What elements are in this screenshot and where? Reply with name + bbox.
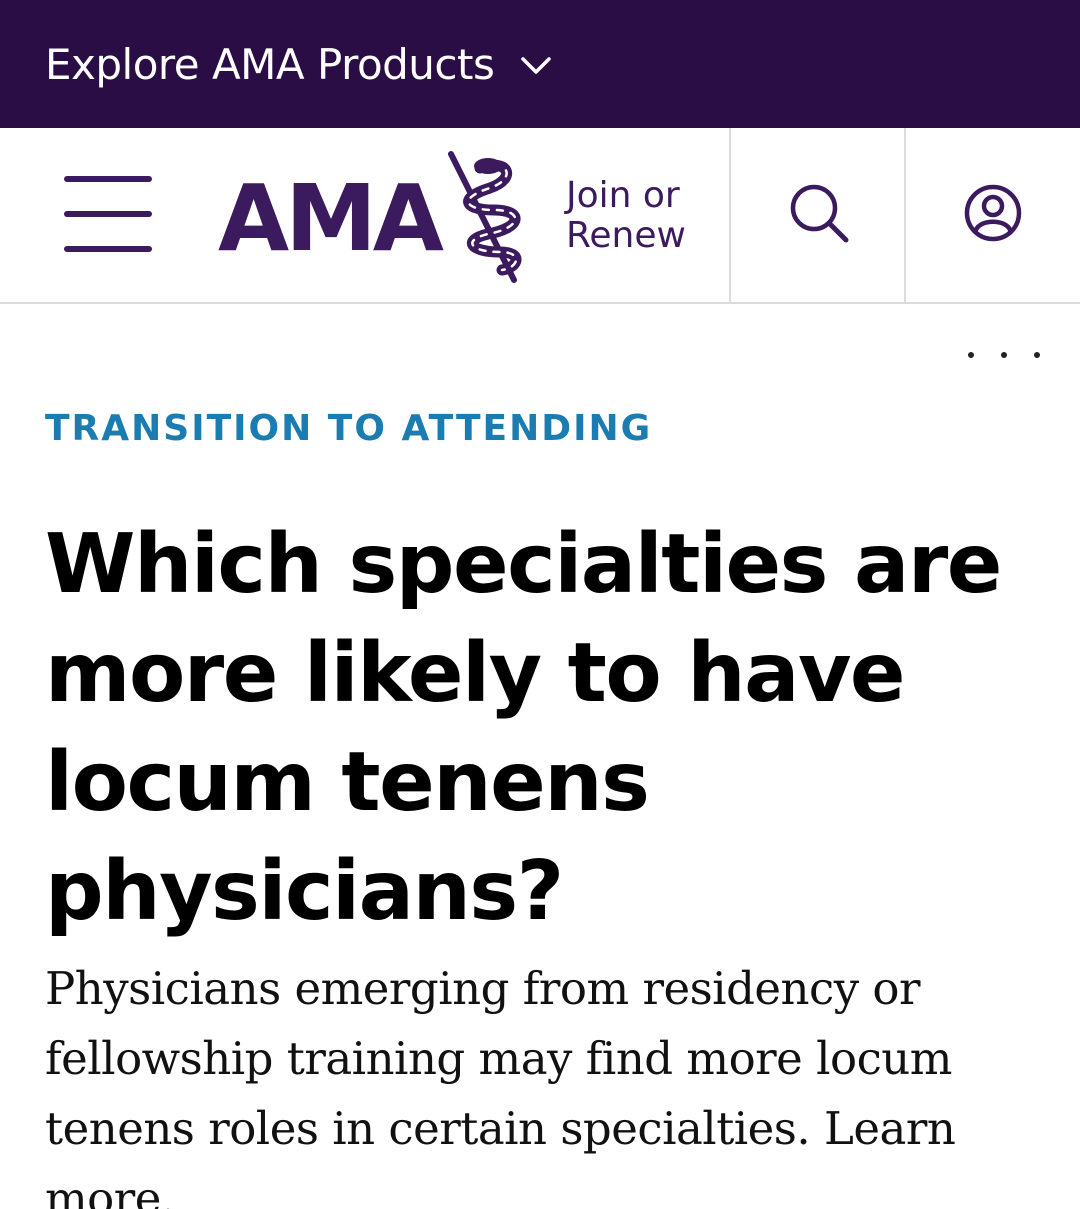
ama-logo[interactable]: AMA <box>218 148 538 288</box>
article-title: Which specialties are more likely to hav… <box>45 517 1002 939</box>
join-or-renew-link[interactable]: Join or Renew <box>566 176 686 256</box>
article-category[interactable]: TRANSITION TO ATTENDING <box>45 408 652 449</box>
account-icon <box>963 183 1023 248</box>
join-line-1: Join or <box>566 175 680 216</box>
join-line-2: Renew <box>566 215 686 256</box>
article-dek: Physicians emerging from residency or fe… <box>45 962 956 1209</box>
site-header: AMA Join or Renew <box>0 128 1080 304</box>
search-icon <box>788 182 850 249</box>
more-options-icon[interactable] <box>968 340 1040 370</box>
menu-icon[interactable] <box>64 176 154 256</box>
search-button[interactable] <box>732 128 906 302</box>
explore-products-bar[interactable]: Explore AMA Products <box>0 0 1080 128</box>
ama-logo-text: AMA <box>218 165 444 272</box>
explore-products-label: Explore AMA Products <box>45 39 495 89</box>
chevron-down-icon <box>520 56 552 81</box>
header-divider <box>729 128 731 302</box>
account-button[interactable] <box>906 128 1080 302</box>
